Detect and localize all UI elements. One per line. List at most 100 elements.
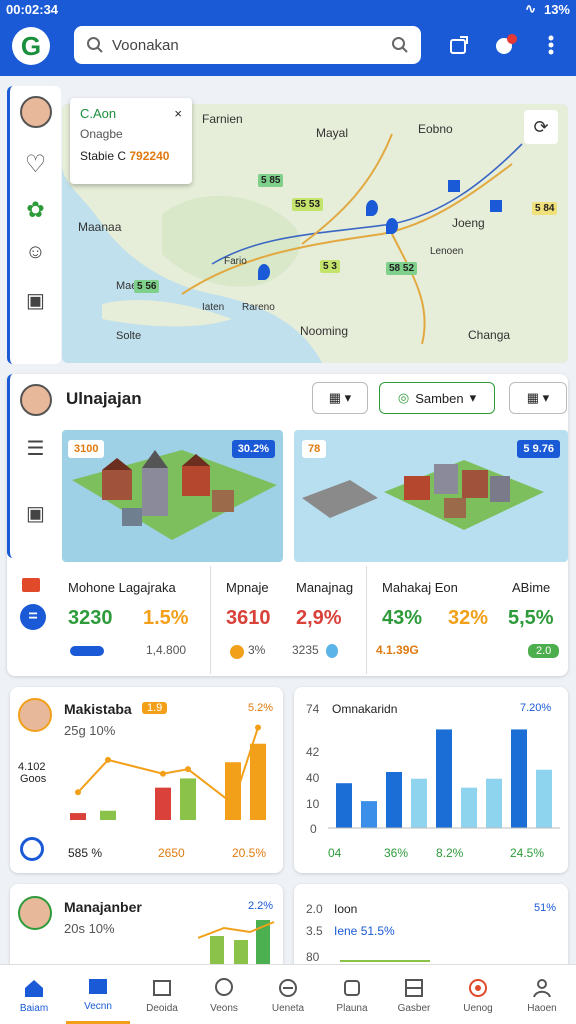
bar[interactable] <box>250 743 266 820</box>
nav-item[interactable]: Plauna <box>320 966 384 1024</box>
tag-icon <box>22 578 40 592</box>
section-title: Ulnajajan <box>66 389 142 408</box>
map-tag[interactable]: 5 85 <box>258 174 284 187</box>
map-tag[interactable]: 5 56 <box>134 280 160 293</box>
bar[interactable] <box>486 778 502 828</box>
trend-point[interactable] <box>255 724 261 731</box>
nav-item[interactable]: Haoen <box>510 966 574 1024</box>
search-bar[interactable]: Voonakan <box>74 26 421 64</box>
avatar[interactable] <box>18 896 52 930</box>
bar[interactable] <box>180 778 196 820</box>
chart-foot: 36% <box>384 846 409 860</box>
avatar[interactable] <box>18 698 52 732</box>
nav-item[interactable]: Gasber <box>382 966 446 1024</box>
bar[interactable] <box>225 762 241 820</box>
bag-icon[interactable]: ▣ <box>26 288 45 313</box>
popup-title: C.Aon <box>80 106 117 121</box>
stat-sub: 3% <box>248 643 266 657</box>
chart-ylabel: Goos <box>20 773 47 785</box>
bar[interactable] <box>155 787 171 820</box>
search-input[interactable]: Voonakan <box>112 37 391 54</box>
grid-toggle-button[interactable]: ▦ ▾ <box>312 382 368 414</box>
trend-point[interactable] <box>160 770 166 777</box>
layout-toggle-button[interactable]: ▦ ▾ <box>509 382 567 414</box>
trend-point[interactable] <box>185 766 191 773</box>
y-tick: 10 <box>306 797 320 811</box>
recenter-button[interactable]: ⟳ <box>524 110 558 144</box>
image-tile[interactable]: 78 5 9.76 <box>294 430 568 562</box>
map-tag[interactable]: 58 52 <box>386 262 418 275</box>
chart-2-plot[interactable] <box>328 712 560 832</box>
avatar[interactable] <box>19 384 52 416</box>
equals-icon[interactable]: = <box>20 604 46 630</box>
face-icon[interactable]: ☺ <box>25 241 45 264</box>
map-pin-icon[interactable] <box>386 218 398 234</box>
map-tag[interactable]: 5 3 <box>320 260 340 273</box>
bar[interactable] <box>511 729 527 828</box>
chart-foot: 585 % <box>68 846 103 860</box>
filter-select[interactable]: ◎ Samben ▾ <box>379 382 495 414</box>
nav-item[interactable]: Veons <box>192 966 256 1024</box>
bar[interactable] <box>361 801 377 828</box>
card-text: 3.5 <box>306 924 323 938</box>
map-pin-icon[interactable] <box>258 264 270 280</box>
map-pin-icon[interactable] <box>490 200 502 212</box>
bar[interactable] <box>436 729 452 828</box>
map-tag[interactable]: 55 53 <box>292 198 324 211</box>
map-pin-icon[interactable] <box>366 200 378 216</box>
y-tick: 0 <box>310 822 317 836</box>
nav-item-home[interactable]: Baiam <box>2 966 66 1024</box>
map-label: Rareno <box>242 302 275 313</box>
bar[interactable] <box>100 810 116 820</box>
bag-icon[interactable]: ▣ <box>26 501 45 526</box>
map-label: Nooming <box>300 324 349 338</box>
image-tile[interactable]: 3100 30.2% <box>62 430 283 562</box>
bar[interactable] <box>70 813 86 820</box>
stat-value: 3230 <box>68 607 113 629</box>
heart-icon[interactable]: ♡ <box>25 150 47 179</box>
nav-item[interactable]: Uenog <box>446 966 510 1024</box>
shield-icon: ◎ <box>397 390 410 405</box>
progress-bar <box>70 646 104 656</box>
side-rail-2: ☰ ▣ <box>7 374 61 558</box>
nav-label: Uenog <box>463 1002 493 1014</box>
bar[interactable] <box>386 772 402 828</box>
nav-item-active[interactable]: Vecnn <box>66 966 130 1024</box>
trend-point[interactable] <box>230 800 236 807</box>
map-tag[interactable]: 5 84 <box>532 202 558 215</box>
bar[interactable] <box>536 769 552 828</box>
notification-icon[interactable] <box>490 30 520 60</box>
chart-1-plot[interactable] <box>60 712 275 832</box>
search-icon-right[interactable] <box>391 36 409 54</box>
stat-value: 43% <box>382 607 423 629</box>
trend-point[interactable] <box>105 756 111 763</box>
list-icon[interactable]: ☰ <box>27 436 45 461</box>
leaf-icon[interactable]: ✿ <box>26 197 44 223</box>
card-text: 2.0 <box>306 902 323 916</box>
card-sub: 20s 10% <box>64 921 115 936</box>
map-info-popup[interactable]: C.Aon × Onagbe Stabie C 792240 <box>70 98 192 184</box>
nav-item[interactable]: Deoida <box>130 966 194 1024</box>
chat-icon <box>215 977 233 996</box>
close-icon[interactable]: × <box>174 106 182 121</box>
settings-icon <box>279 978 297 997</box>
map-label: Iaten <box>202 302 225 313</box>
bar[interactable] <box>411 778 427 828</box>
battery-level: 13% <box>543 1 570 17</box>
chart-foot: 20.5% <box>232 846 267 860</box>
more-menu-icon[interactable] <box>536 30 566 60</box>
clock-icon[interactable] <box>20 837 44 861</box>
filter-select-label: Samben <box>415 390 464 406</box>
bar[interactable] <box>336 783 352 828</box>
app-logo[interactable]: G <box>12 27 50 65</box>
map-label: Solte <box>116 330 142 342</box>
side-rail: ♡ ✿ ☺ ▣ <box>7 86 61 364</box>
share-icon[interactable] <box>444 30 474 60</box>
bar[interactable] <box>461 787 477 828</box>
avatar[interactable] <box>19 96 52 128</box>
map-label: Lenoen <box>430 246 464 257</box>
map-pin-icon[interactable] <box>448 180 460 192</box>
trend-point[interactable] <box>75 789 81 796</box>
nav-item[interactable]: Ueneta <box>256 966 320 1024</box>
nav-label: Plauna <box>336 1002 368 1014</box>
